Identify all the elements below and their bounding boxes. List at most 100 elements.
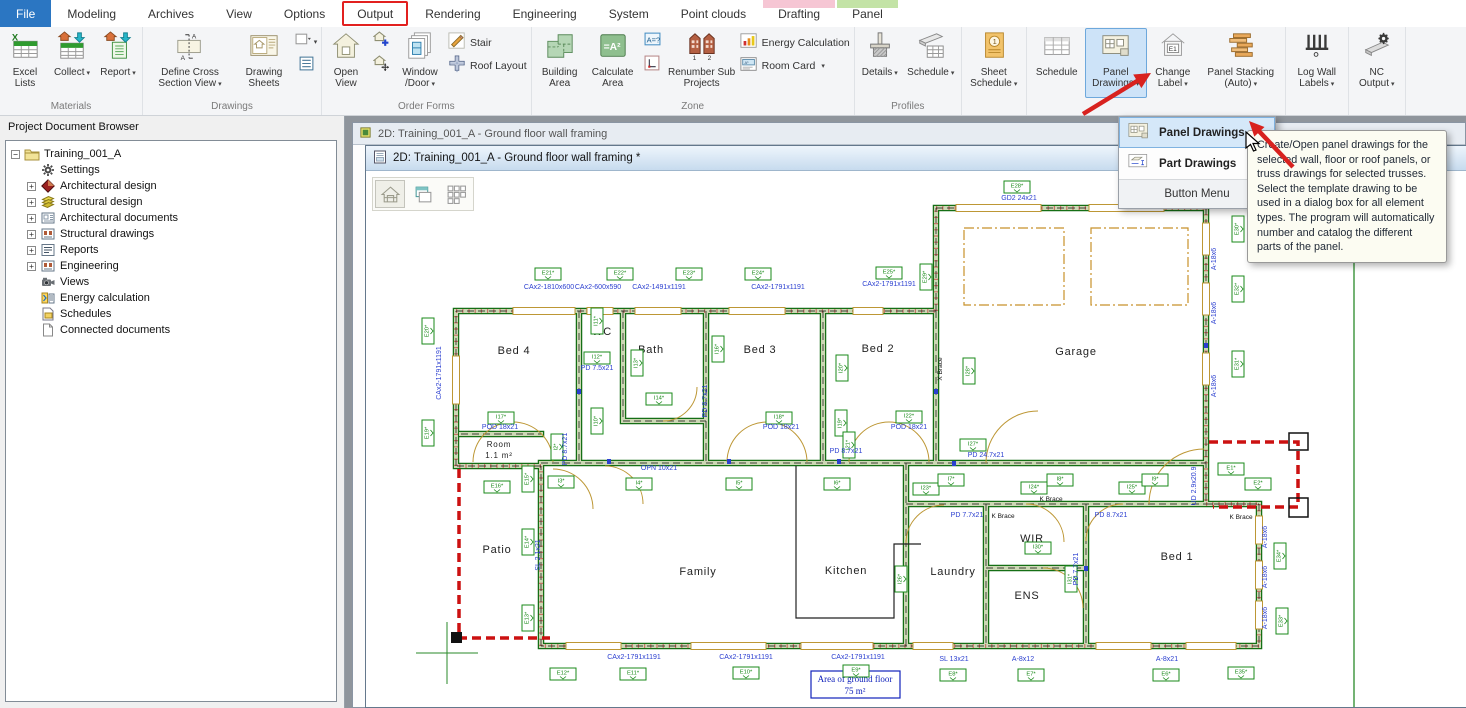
dropdown-caret-icon: ▾	[1136, 81, 1140, 88]
house-plus-button[interactable]	[369, 31, 393, 52]
energy-calculation-button[interactable]: Energy Calculation	[740, 32, 850, 53]
tab-options[interactable]: Options	[268, 0, 341, 27]
home-view-button[interactable]	[375, 180, 405, 208]
tree-item-root[interactable]: −Training_001_A	[8, 146, 334, 162]
list-small-icon	[298, 55, 315, 72]
dimension-label: A-18x6	[1211, 248, 1218, 270]
tab-point-clouds[interactable]: Point clouds	[665, 0, 762, 27]
log-wall-labels-button[interactable]: Log Wall Labels▾	[1288, 28, 1346, 98]
small-button-stack: A=?	[640, 28, 666, 79]
report-button[interactable]: Report▾	[96, 28, 140, 98]
panel-tag: E21*	[535, 268, 561, 280]
change-label-button[interactable]: E1Change Label▾	[1147, 28, 1199, 98]
tree-item-architectural-documents[interactable]: +Architectural documents	[8, 210, 334, 226]
tree-item-structural-design[interactable]: + Structural design	[8, 194, 334, 210]
energy-tree-icon	[40, 291, 56, 305]
open-view-button[interactable]: Open View	[324, 28, 368, 98]
dropdown-caret-icon: ▾	[218, 81, 222, 88]
tree-item-engineering[interactable]: + Engineering	[8, 258, 334, 274]
camera-icon	[40, 275, 56, 289]
l-square-button[interactable]	[641, 55, 665, 76]
svg-text:I9*: I9*	[1151, 477, 1159, 483]
tab-label: File	[16, 7, 35, 21]
define-cross-section-view-button[interactable]: AADefine Cross Section View▾	[145, 28, 235, 98]
a-eq-button[interactable]: A=?	[641, 31, 665, 52]
tree-item-label: Engineering	[60, 260, 119, 272]
tree-item-reports[interactable]: +Reports	[8, 242, 334, 258]
drawing-doc-icon	[359, 126, 372, 142]
panel-tag: I11*	[591, 308, 603, 334]
grid-views-button[interactable]	[441, 180, 471, 208]
tree-expander[interactable]: +	[27, 198, 36, 207]
tree-expander[interactable]: +	[27, 246, 36, 255]
tree-item-label: Structural design	[60, 196, 143, 208]
tree-item-structural-drawings[interactable]: +Structural drawings	[8, 226, 334, 242]
drawing-sheets-button[interactable]: Drawing Sheets	[235, 28, 293, 98]
sheet-schedule-button[interactable]: 1Sheet Schedule▾	[964, 28, 1024, 98]
room-card-button[interactable]: A¹Room Card▾	[740, 55, 850, 76]
tab-engineering[interactable]: Engineering	[497, 0, 593, 27]
nc-output-button[interactable]: NC Output▾	[1351, 28, 1403, 98]
dimension-label: UD 2.9x20.9	[1191, 466, 1198, 505]
ribbon-group-label: Drawings	[145, 100, 319, 115]
panel-stacking-auto-button[interactable]: Panel Stacking (Auto)▾	[1199, 28, 1283, 98]
svg-text:I3*: I3*	[557, 479, 565, 485]
tab-system[interactable]: System	[593, 0, 665, 27]
tree-expander[interactable]: +	[27, 214, 36, 223]
tab-file[interactable]: File	[0, 0, 51, 27]
panel-tag: E25*	[876, 267, 902, 279]
tab-output[interactable]: Output	[341, 0, 409, 27]
building-area-button[interactable]: Building Area	[534, 28, 586, 98]
list-small-button[interactable]	[294, 55, 318, 76]
dropdown-caret-icon: ▾	[951, 70, 955, 77]
tab-panel[interactable]: Panel	[836, 0, 899, 27]
tree-item-settings[interactable]: Settings	[8, 162, 334, 178]
button-label: Stair	[470, 37, 492, 49]
stair-button[interactable]: Stair	[448, 32, 527, 53]
house-move-button[interactable]	[369, 55, 393, 76]
panel-tag: E8*	[940, 669, 966, 681]
excel-lists-button[interactable]: XExcel Lists	[2, 28, 48, 98]
schedule-button[interactable]: Schedule▾	[903, 28, 959, 98]
panel-tag: I20*	[836, 355, 848, 381]
brace-label: K Brace	[1039, 496, 1063, 503]
svg-text:E6*: E6*	[1161, 672, 1171, 678]
panel-drawings-button[interactable]: Panel Drawings▾	[1085, 28, 1147, 98]
tab-view[interactable]: View	[210, 0, 268, 27]
collect-button[interactable]: Collect▾	[48, 28, 96, 98]
dropdown-caret-icon: ▾	[894, 70, 898, 77]
dropdown-caret-icon: ▾	[431, 81, 435, 88]
tree-item-energy-calculation[interactable]: Energy calculation	[8, 290, 334, 306]
tree-item-connected-documents[interactable]: Connected documents	[8, 322, 334, 338]
tab-label: Drafting	[778, 7, 820, 21]
roof-layout-button[interactable]: Roof Layout	[448, 55, 527, 76]
tree-expander[interactable]: +	[27, 230, 36, 239]
button-label: Details▾	[862, 67, 898, 79]
calculate-area-button[interactable]: =A²Calculate Area	[586, 28, 640, 98]
tree-expander[interactable]: +	[27, 262, 36, 271]
renumber-sub-projects-button[interactable]: 12Renumber Sub Projects	[666, 28, 738, 98]
cascade-windows-button[interactable]	[408, 180, 438, 208]
tab-modeling[interactable]: Modeling	[51, 0, 132, 27]
window-door-button[interactable]: Window /Door▾	[394, 28, 446, 98]
tree-item-views[interactable]: Views	[8, 274, 334, 290]
brace-label: K Brace	[1229, 514, 1253, 521]
thumb-button[interactable]: ▾	[294, 31, 318, 52]
panel-tag: I6*	[824, 478, 850, 490]
svg-text:E31*: E31*	[1235, 357, 1241, 370]
panel-tag: E30*	[1232, 216, 1244, 242]
tree-expander[interactable]: +	[27, 182, 36, 191]
tab-label: Engineering	[513, 7, 577, 21]
panel-tag: E29*	[920, 264, 932, 290]
tab-archives[interactable]: Archives	[132, 0, 210, 27]
tree-item-architectural-design[interactable]: +Architectural design	[8, 178, 334, 194]
tree-item-schedules[interactable]: Schedules	[8, 306, 334, 322]
details-button[interactable]: Details▾	[857, 28, 903, 98]
garage-slab-outlines	[964, 228, 1188, 305]
tab-drafting[interactable]: Drafting	[762, 0, 836, 27]
dimension-label: POD 18x21	[763, 424, 799, 431]
tree-expander[interactable]: −	[11, 150, 20, 159]
svg-text:E23*: E23*	[683, 271, 696, 277]
tab-rendering[interactable]: Rendering	[409, 0, 496, 27]
schedule-button[interactable]: Schedule	[1029, 28, 1085, 98]
